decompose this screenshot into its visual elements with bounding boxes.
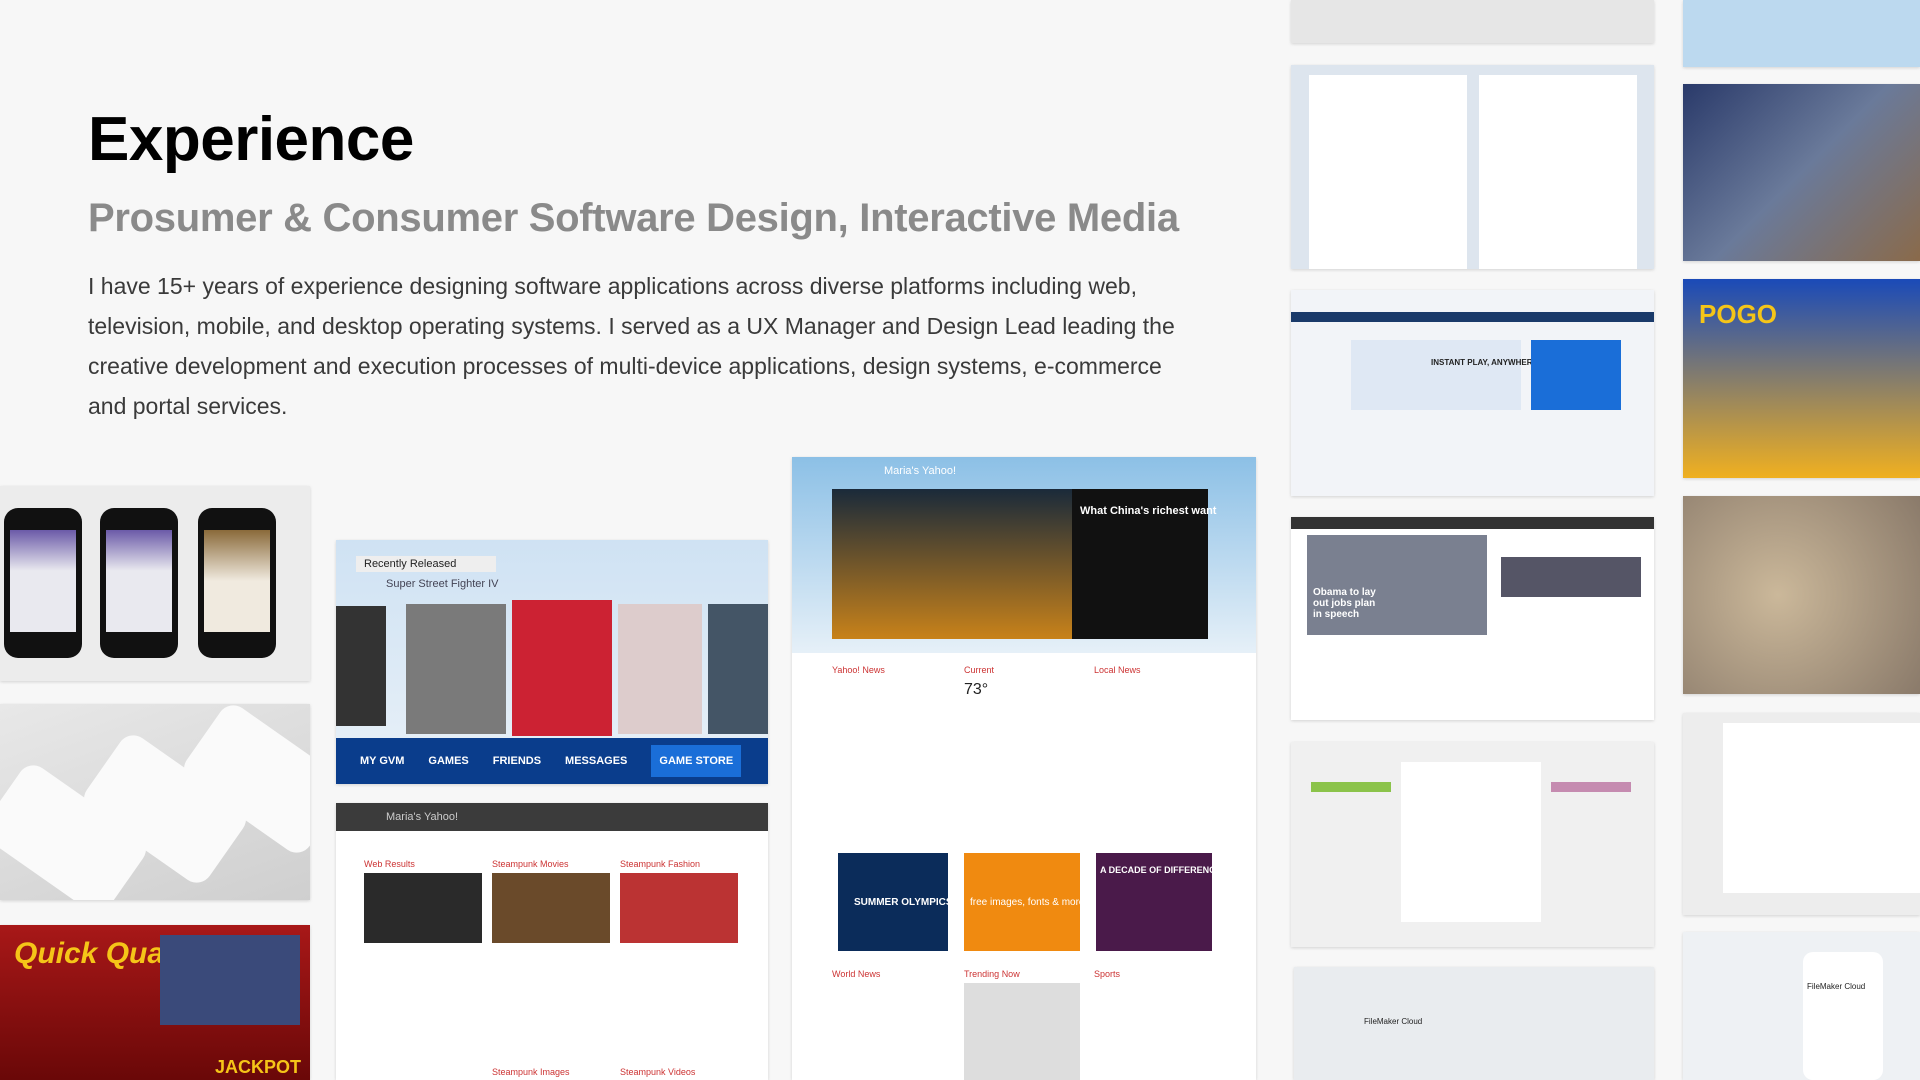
filemaker-label: FileMaker Cloud xyxy=(1364,1017,1423,1026)
promo-olympics: SUMMER OLYMPICS xyxy=(854,897,953,908)
white-phones-screenshot[interactable] xyxy=(0,704,310,900)
pogo-screenshot[interactable]: POGO xyxy=(1683,279,1920,478)
yahoo-portal-screenshot[interactable]: Maria's Yahoo! What China's richest want… xyxy=(792,457,1256,1080)
web-screenshot-corner[interactable] xyxy=(1683,0,1920,67)
filemaker-cloud-title: FileMaker Cloud xyxy=(1807,982,1866,991)
section-trending: Trending Now xyxy=(964,969,1020,979)
section-fashion: Steampunk Fashion xyxy=(620,859,701,869)
pogo-logo: POGO xyxy=(1699,299,1778,329)
section-local-news: Local News xyxy=(1094,665,1141,675)
page-title: Experience xyxy=(88,105,414,174)
filemaker-cloud-screenshot[interactable]: FileMaker Cloud xyxy=(1683,932,1920,1080)
promo-decade: A DECADE OF DIFFERENCE xyxy=(1100,865,1222,875)
mobile-phones-screenshot[interactable] xyxy=(0,486,310,681)
yahoo-headline: What China's richest want xyxy=(1080,505,1217,517)
slot-game-screenshot[interactable]: Quick Quack JACKPOT xyxy=(0,925,310,1080)
jackpot-label: JACKPOT xyxy=(215,1057,302,1077)
product-headline: INSTANT PLAY, ANYWHERE xyxy=(1431,358,1538,367)
promo-free-images: free images, fonts & more xyxy=(970,897,1085,908)
product-site-screenshot[interactable]: INSTANT PLAY, ANYWHERE xyxy=(1291,290,1654,496)
section-images: Steampunk Images xyxy=(492,1067,570,1077)
dashboard-screenshot[interactable] xyxy=(1291,742,1654,947)
current-temperature: 73° xyxy=(964,681,989,698)
nav-friends: FRIENDS xyxy=(492,755,542,767)
yahoo-search-brand: Maria's Yahoo! xyxy=(386,811,459,823)
yahoo-search-screenshot[interactable]: Maria's Yahoo! Web Results Steampunk Mov… xyxy=(336,803,768,1080)
nav-game-store: GAME STORE xyxy=(651,745,742,777)
experience-description: I have 15+ years of experience designing… xyxy=(88,273,1175,419)
city-photos-screenshot[interactable] xyxy=(1683,84,1920,261)
section-current: Current xyxy=(964,665,995,675)
yahoo-portal-brand: Maria's Yahoo! xyxy=(884,465,957,477)
nav-my-gvm: MY GVM xyxy=(360,755,405,767)
tablet-app-screenshot[interactable] xyxy=(1683,713,1920,915)
game-console-screenshot[interactable]: Recently Released Super Street Fighter I… xyxy=(336,540,768,784)
section-movies: Steampunk Movies xyxy=(492,859,569,869)
web-pages-screenshot[interactable] xyxy=(1291,65,1654,269)
recently-released-label: Recently Released xyxy=(356,556,497,572)
art-nouveau-screenshot[interactable] xyxy=(1683,496,1920,694)
mac-app-screenshot[interactable]: FileMaker Cloud xyxy=(1294,967,1654,1080)
section-world-news: World News xyxy=(832,969,881,979)
nav-messages: MESSAGES xyxy=(565,755,628,767)
section-videos: Steampunk Videos xyxy=(620,1067,696,1077)
section-yahoo-news: Yahoo! News xyxy=(832,665,885,675)
web-screenshot-top[interactable] xyxy=(1291,0,1654,43)
featured-game: Super Street Fighter IV xyxy=(386,578,499,590)
section-web-results: Web Results xyxy=(364,859,415,869)
news-headline: Obama to lay out jobs plan in speech xyxy=(1313,587,1376,620)
section-sports: Sports xyxy=(1094,969,1121,979)
page-subtitle: Prosumer & Consumer Software Design, Int… xyxy=(88,196,1179,240)
news-site-screenshot[interactable]: Obama to lay out jobs plan in speech xyxy=(1291,517,1654,720)
nav-games: GAMES xyxy=(428,755,469,767)
